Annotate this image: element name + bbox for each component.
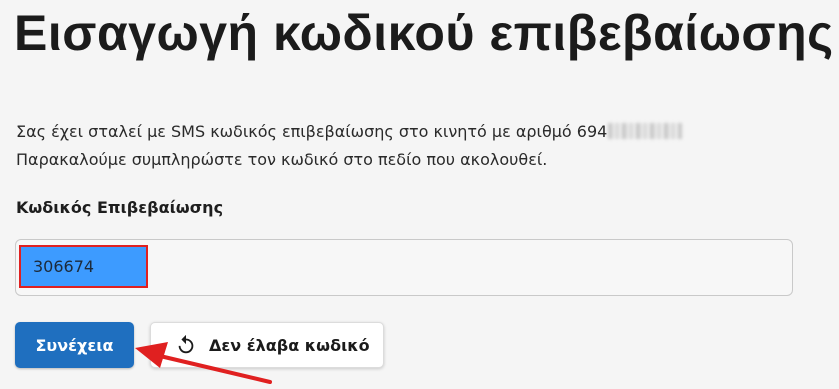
intro-line-2: Παρακαλούμε συμπληρώστε τον κωδικό στο π…: [16, 150, 548, 169]
resend-code-button[interactable]: Δεν έλαβα κωδικό: [150, 322, 384, 368]
masked-phone-digits: [608, 123, 683, 139]
code-field-label: Κωδικός Επιβεβαίωσης: [16, 198, 224, 217]
resend-code-label: Δεν έλαβα κωδικό: [209, 335, 370, 355]
code-input[interactable]: 306674: [15, 239, 793, 296]
code-input-value[interactable]: 306674: [19, 245, 148, 288]
page-title: Εισαγωγή κωδικού επιβεβαίωσης: [14, 5, 834, 61]
refresh-icon: [178, 334, 194, 354]
intro-text: Σας έχει σταλεί με SMS κωδικός επιβεβαίω…: [16, 118, 683, 174]
intro-line-1: Σας έχει σταλεί με SMS κωδικός επιβεβαίω…: [16, 118, 683, 146]
verification-page: Εισαγωγή κωδικού επιβεβαίωσης Σας έχει σ…: [0, 0, 839, 389]
intro-line-1-text: Σας έχει σταλεί με SMS κωδικός επιβεβαίω…: [16, 122, 608, 141]
continue-button[interactable]: Συνέχεια: [15, 322, 134, 368]
